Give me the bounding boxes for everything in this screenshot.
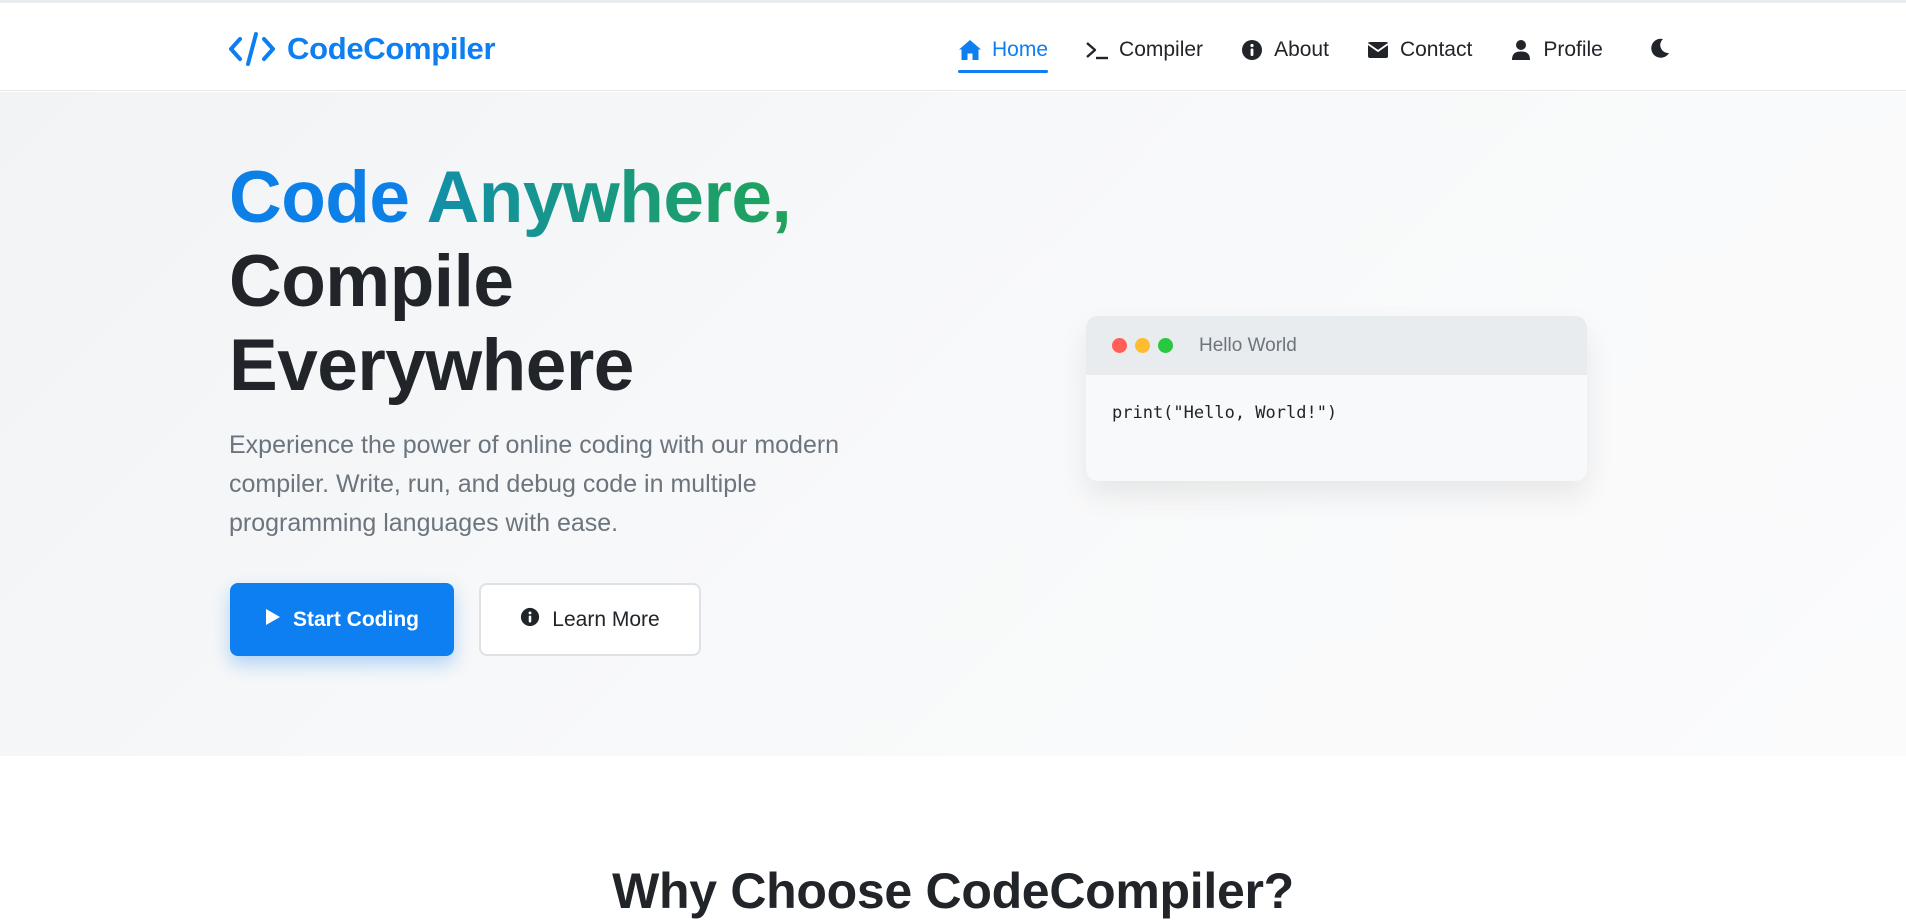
info-circle-icon xyxy=(1240,38,1264,62)
hero-title-highlight-2: Anywhere, xyxy=(427,157,792,238)
nav-item-label: About xyxy=(1274,38,1329,61)
minimize-dot xyxy=(1135,338,1150,353)
hero-title-line3: Everywhere xyxy=(229,325,634,406)
code-preview-window: Hello World print("Hello, World!") xyxy=(1086,316,1587,481)
close-dot xyxy=(1112,338,1127,353)
moon-icon xyxy=(1649,37,1671,64)
start-coding-button[interactable]: Start Coding xyxy=(230,583,454,656)
hero-title: Code Anywhere, Compile Everywhere xyxy=(229,156,929,408)
nav-item-label: Compiler xyxy=(1119,38,1204,61)
code-snippet: print("Hello, World!") xyxy=(1112,403,1338,423)
nav-item-contact[interactable]: Contact xyxy=(1366,29,1472,71)
user-icon xyxy=(1509,38,1533,62)
nav-item-label: Contact xyxy=(1399,38,1473,61)
hero-title-line2: Compile xyxy=(229,241,514,322)
brand-logo-link[interactable]: CodeCompiler xyxy=(229,29,496,69)
features-section-title: Why Choose CodeCompiler? xyxy=(612,863,1294,919)
code-window-title: Hello World xyxy=(1199,334,1297,356)
start-coding-label: Start Coding xyxy=(293,607,419,631)
info-circle-icon xyxy=(520,607,540,633)
main-nav: Home Compiler About Contact Profile xyxy=(958,29,1640,73)
nav-item-profile[interactable]: Profile xyxy=(1509,29,1603,71)
theme-toggle-button[interactable] xyxy=(1645,35,1675,65)
brand-name: CodeCompiler xyxy=(287,31,496,66)
home-icon xyxy=(958,38,982,62)
navbar: CodeCompiler Home Compiler About Contact xyxy=(0,3,1906,91)
hero-title-highlight-2a: Anywhere, xyxy=(426,157,792,238)
hero-section: Code Anywhere, Compile Everywhere Experi… xyxy=(0,92,1906,756)
envelope-icon xyxy=(1366,38,1390,62)
code-brackets-icon xyxy=(229,31,275,67)
nav-item-label: Profile xyxy=(1543,38,1603,61)
hero-title-highlight-1: Code xyxy=(229,157,410,238)
nav-item-compiler[interactable]: Compiler xyxy=(1085,29,1203,71)
nav-item-label: Home xyxy=(992,38,1049,61)
code-window-header: Hello World xyxy=(1086,316,1587,375)
learn-more-label: Learn More xyxy=(552,607,660,631)
terminal-icon xyxy=(1085,38,1109,62)
maximize-dot xyxy=(1158,338,1173,353)
nav-item-home[interactable]: Home xyxy=(958,29,1049,73)
hero-subtitle: Experience the power of online coding wi… xyxy=(229,431,840,537)
nav-item-about[interactable]: About xyxy=(1240,29,1329,71)
learn-more-button[interactable]: Learn More xyxy=(479,583,701,656)
play-icon xyxy=(265,608,281,632)
